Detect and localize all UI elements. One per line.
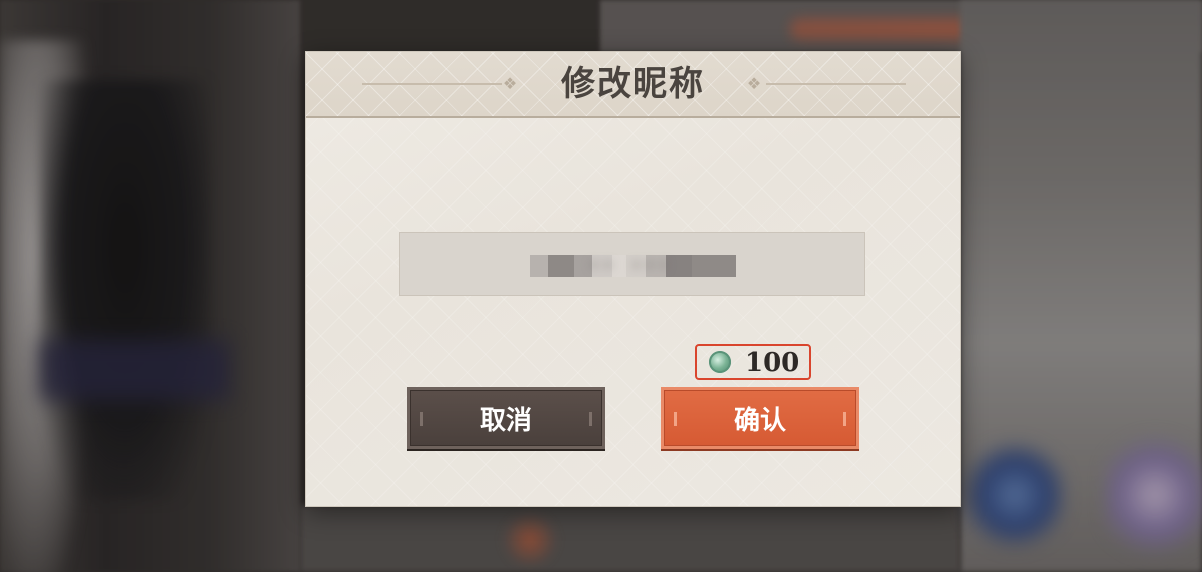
diamond-ornament-icon: ❖: [502, 74, 518, 93]
button-notch: [589, 412, 592, 426]
button-notch: [420, 412, 423, 426]
cancel-button-label: 取消: [479, 405, 532, 436]
button-notch: [674, 412, 677, 426]
diamond-ornament-icon: ❖: [746, 74, 762, 93]
confirm-button-label: 确认: [733, 405, 786, 436]
title-divider-left: [362, 83, 502, 85]
confirm-button[interactable]: 确认: [661, 387, 859, 449]
button-notch: [843, 412, 846, 426]
nickname-input[interactable]: ꞏꞏ ꞏꞏꞏ: [399, 232, 865, 296]
title-divider-right: [766, 83, 906, 85]
rename-dialog: ❖ 修改昵称 ❖ ꞏꞏ ꞏꞏꞏ 100 取消 确认: [306, 52, 960, 506]
dialog-title: 修改昵称: [561, 64, 705, 104]
rename-cost: 100: [695, 344, 811, 380]
nickname-value: ꞏꞏ ꞏꞏꞏ: [589, 251, 675, 281]
jade-gem-icon: [709, 351, 731, 373]
cost-amount: 100: [745, 348, 800, 378]
dialog-header: ❖ 修改昵称 ❖: [306, 52, 960, 118]
cancel-button[interactable]: 取消: [407, 387, 605, 449]
